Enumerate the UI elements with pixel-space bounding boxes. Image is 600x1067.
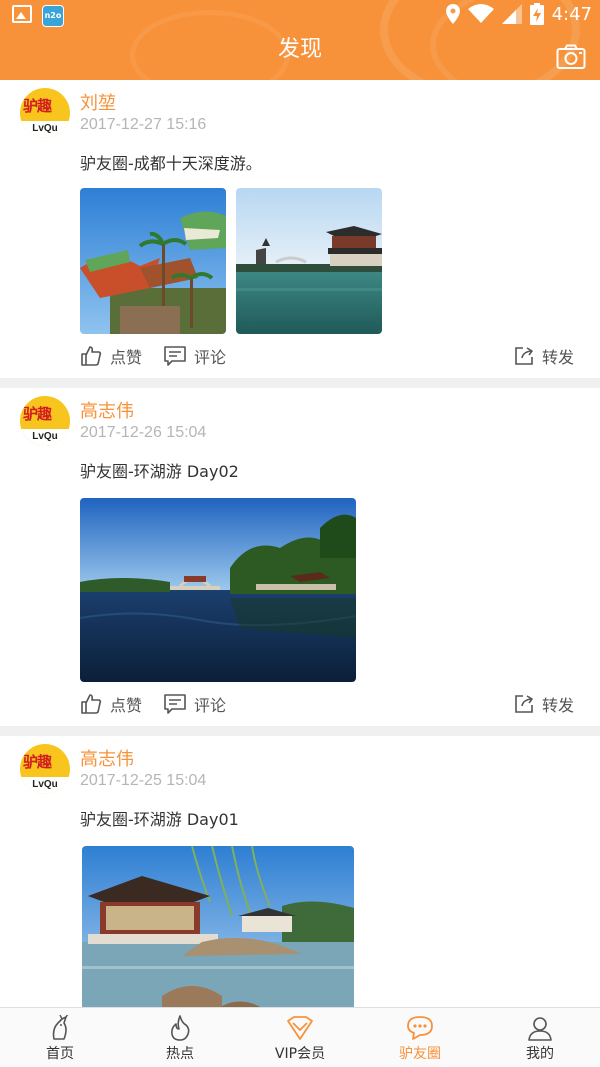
nav-label: 驴友圈 (399, 1046, 441, 1062)
post-divider (0, 378, 600, 388)
comment-button[interactable]: 评论 (164, 692, 226, 716)
comment-icon (164, 346, 186, 366)
status-bar: n2o 4:47 (0, 0, 600, 32)
share-button[interactable]: 转发 (514, 692, 574, 716)
share-icon (515, 695, 533, 713)
post-author[interactable]: 高志伟 (80, 745, 134, 771)
comment-label: 评论 (194, 696, 227, 715)
avatar[interactable]: 驴趣 LvQu (20, 396, 70, 446)
post-author[interactable]: 高志伟 (80, 397, 134, 423)
camera-icon[interactable] (556, 44, 586, 70)
gallery-notification-icon (12, 5, 32, 23)
avatar-logo-text: 驴趣 (23, 97, 52, 115)
post-divider (0, 726, 600, 736)
avatar[interactable]: 驴趣 LvQu (20, 744, 70, 794)
post-time: 2017-12-27 15:16 (80, 116, 207, 133)
battery-charging-icon (529, 3, 544, 25)
nav-label: 我的 (526, 1046, 554, 1062)
feed-post: 驴趣 LvQu 高志伟 2017-12-25 15:04 驴友圈-环湖游 Day… (0, 736, 600, 1007)
signal-icon (501, 4, 522, 24)
post-time: 2017-12-26 15:04 (80, 424, 207, 441)
avatar-logo-sub: LvQu (20, 777, 70, 794)
wifi-icon (467, 4, 494, 23)
feed-post: 驴趣 LvQu 刘堃 2017-12-27 15:16 驴友圈-成都十天深度游。 (0, 80, 600, 378)
tab-hot[interactable]: 热点 (120, 1008, 240, 1067)
feed-list[interactable]: 驴趣 LvQu 刘堃 2017-12-27 15:16 驴友圈-成都十天深度游。 (0, 80, 600, 1007)
home-icon (52, 1015, 69, 1040)
post-photo[interactable] (80, 498, 356, 682)
comment-button[interactable]: 评论 (164, 344, 226, 368)
app-notification-icon: n2o (42, 5, 64, 27)
like-label: 点赞 (110, 696, 143, 715)
page-title: 发现 (277, 37, 322, 62)
thumbs-up-icon (81, 346, 102, 366)
share-icon (515, 347, 533, 365)
avatar-logo-text: 驴趣 (23, 405, 52, 423)
share-label: 转发 (542, 696, 575, 715)
post-text: 驴友圈-环湖游 Day01 (80, 810, 239, 829)
status-time: 4:47 (551, 3, 592, 25)
post-photo[interactable] (236, 188, 382, 334)
comment-icon (164, 694, 186, 714)
app-header: n2o 4:47 发现 (0, 0, 600, 80)
like-button[interactable]: 点赞 (80, 692, 142, 716)
tab-mine[interactable]: 我的 (480, 1008, 600, 1067)
tab-vip[interactable]: VIP会员 (240, 1008, 360, 1067)
post-photo[interactable] (82, 846, 354, 1007)
post-time: 2017-12-25 15:04 (80, 772, 207, 789)
post-author[interactable]: 刘堃 (80, 89, 116, 115)
feed-post: 驴趣 LvQu 高志伟 2017-12-26 15:04 驴友圈-环湖游 Day… (0, 388, 600, 726)
like-button[interactable]: 点赞 (80, 344, 142, 368)
avatar-logo-sub: LvQu (20, 429, 70, 446)
nav-label: 热点 (166, 1046, 194, 1062)
user-icon (528, 1017, 552, 1041)
comment-label: 评论 (194, 348, 227, 367)
post-text: 驴友圈-成都十天深度游。 (80, 154, 262, 173)
like-label: 点赞 (110, 348, 143, 367)
post-text: 驴友圈-环湖游 Day02 (80, 462, 239, 481)
nav-label: 首页 (46, 1046, 74, 1062)
share-button[interactable]: 转发 (514, 344, 574, 368)
post-photo[interactable] (80, 188, 226, 334)
nav-label: VIP会员 (274, 1046, 326, 1062)
bottom-nav: 首页 热点 VIP会员 驴友圈 我的 (0, 1007, 600, 1067)
share-label: 转发 (542, 348, 575, 367)
thumbs-up-icon (81, 694, 102, 714)
tab-home[interactable]: 首页 (0, 1008, 120, 1067)
chat-icon (407, 1016, 433, 1040)
avatar-logo-text: 驴趣 (23, 753, 52, 771)
flame-icon (171, 1015, 190, 1041)
vip-icon (287, 1016, 313, 1040)
location-icon (445, 4, 460, 24)
tab-friends-circle[interactable]: 驴友圈 (360, 1008, 480, 1067)
avatar[interactable]: 驴趣 LvQu (20, 88, 70, 138)
avatar-logo-sub: LvQu (20, 121, 70, 138)
